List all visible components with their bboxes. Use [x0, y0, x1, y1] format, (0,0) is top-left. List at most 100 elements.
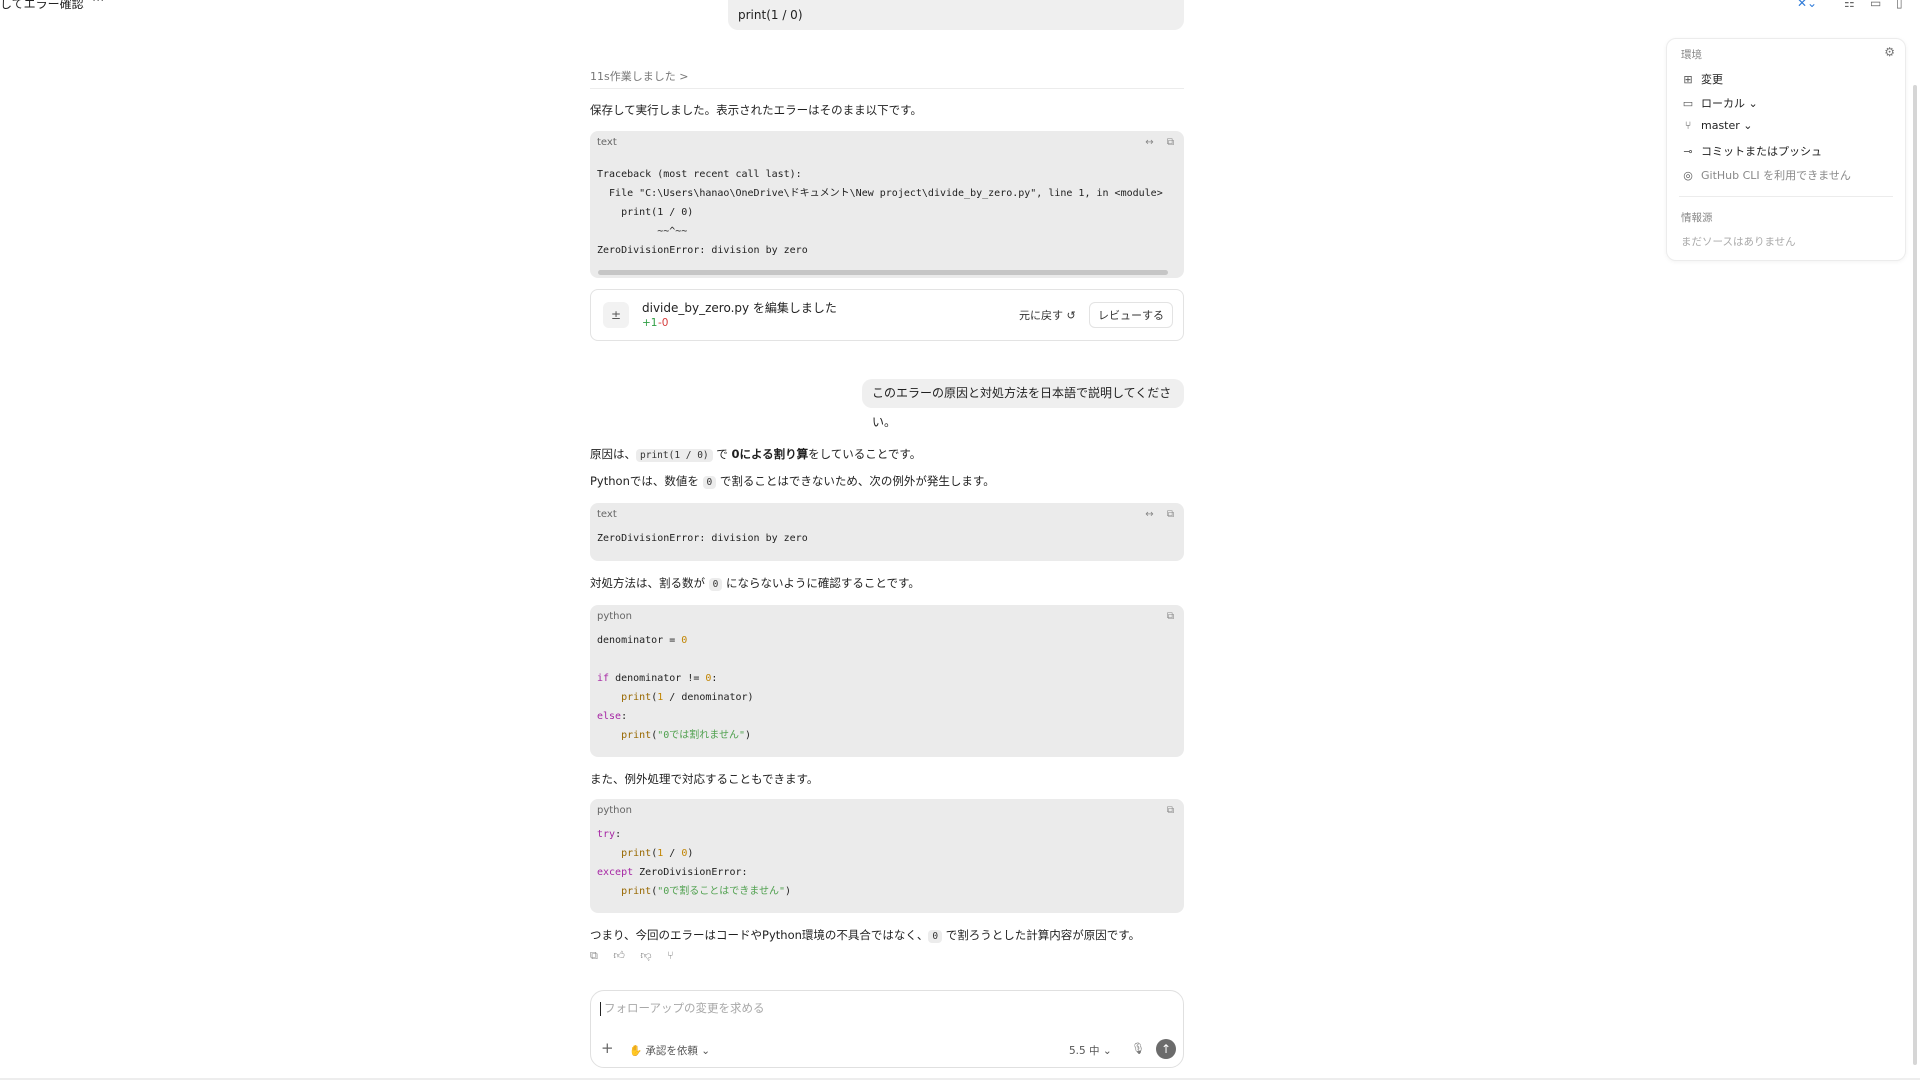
previous-user-message: print(1 / 0): [728, 0, 1184, 30]
hand-icon: ✋: [629, 1045, 643, 1057]
file-edit-card: ± divide_by_zero.py を編集しました +1 -0 元に戻す ↺…: [590, 289, 1184, 341]
divider: [590, 88, 1184, 89]
branch-icon: ⑂: [1684, 119, 1692, 132]
chevron-down-icon: ⌄: [1102, 1045, 1112, 1057]
code-language-label: text: [597, 509, 617, 520]
env-item-local[interactable]: ▭ ローカル ⌄: [1681, 95, 1758, 111]
edit-title[interactable]: divide_by_zero.py を編集しました: [642, 299, 837, 316]
inline-code: 0: [708, 578, 723, 591]
more-options-icon[interactable]: ···: [92, 0, 104, 9]
answer-text: 原因は、: [590, 447, 636, 461]
code-language-label: text: [597, 137, 617, 148]
answer-paragraph-2: Pythonでは、数値を 0 で割ることはできないため、次の例外が発生します。: [590, 473, 995, 489]
env-item-label: GitHub CLI を利用できません: [1701, 169, 1851, 182]
sources-empty-text: まだソースはありません: [1681, 236, 1796, 248]
lines-removed: -0: [658, 317, 669, 329]
follow-up-input[interactable]: [602, 1000, 1166, 1016]
environment-panel: 環境 ⚙ ⊞ 変更 ▭ ローカル ⌄ ⑂ master ⌄ ⊸ コミットまたはプッシュ …: [1666, 38, 1906, 261]
answer-text: 対処方法は、割る数が: [590, 576, 709, 590]
answer-text: で: [712, 447, 732, 461]
python-code-1: denominator = 0 if denominator != 0: pri…: [597, 635, 754, 741]
inline-code: 0: [928, 930, 943, 943]
bold-text: 0による割り算: [731, 447, 809, 461]
answer-text: にならないように確認することです。: [722, 576, 920, 590]
review-button[interactable]: レビューする: [1089, 302, 1173, 328]
answer-text: をしていることです。: [808, 447, 922, 461]
error-code-block: text ↔ ⧉ ZeroDivisionError: division by …: [590, 503, 1184, 561]
env-item-label: master: [1701, 119, 1740, 132]
answer-paragraph-3: 対処方法は、割る数が 0 にならないように確認することです。: [590, 575, 920, 591]
assistant-intro: 保存して実行しました。表示されたエラーはそのまま以下です。: [590, 103, 923, 117]
thumbs-up-icon[interactable]: 👍︎: [613, 949, 625, 962]
thumbs-down-icon[interactable]: 👎︎: [640, 949, 651, 962]
answer-paragraph-1: 原因は、 print(1 / 0) で 0による割り算をしていることです。: [590, 446, 921, 462]
terminal-panel-icon[interactable]: ▭: [1870, 0, 1881, 10]
env-item-branch[interactable]: ⑂ master ⌄: [1681, 119, 1753, 132]
horizontal-scrollbar[interactable]: [598, 270, 1168, 275]
copy-icon[interactable]: ⧉: [1167, 509, 1174, 520]
wrap-icon[interactable]: ↔: [1145, 509, 1153, 520]
env-item-label: 変更: [1701, 73, 1723, 86]
worked-summary[interactable]: 11s作業しました >: [590, 68, 688, 84]
answer-text: で割ろうとした計算内容が原因です。: [942, 928, 1141, 942]
answer-paragraph-4: また、例外処理で対応することもできます。: [590, 772, 819, 786]
answer-text: つまり、今回のエラーはコードやPython環境の不具合ではなく、: [590, 928, 929, 942]
model-selector[interactable]: 5.5 中 ⌄: [1069, 1043, 1112, 1058]
wrap-icon[interactable]: ↔: [1145, 137, 1153, 148]
lines-added: +1: [642, 317, 658, 329]
laptop-icon: ▭: [1682, 97, 1694, 110]
error-code: ZeroDivisionError: division by zero: [597, 533, 808, 544]
window-scrollbar[interactable]: [1913, 85, 1917, 1065]
env-item-github-cli: ◎ GitHub CLI を利用できません: [1681, 167, 1851, 183]
divider: [1679, 196, 1893, 197]
user-message-text: このエラーの原因と対処方法を日本語で説明してください。: [872, 386, 1172, 429]
composer: + ✋ 承認を依頼 ⌄ 5.5 中 ⌄ 🎙︎ ↑: [590, 990, 1184, 1068]
approval-mode-label: 承認を依頼: [645, 1045, 698, 1057]
file-diff-icon: ±: [603, 302, 629, 328]
sources-title: 情報源: [1681, 212, 1713, 224]
send-button[interactable]: ↑: [1156, 1039, 1176, 1059]
github-icon: ◎: [1683, 169, 1693, 182]
traceback-code-block: text ↔ ⧉ Traceback (most recent call las…: [590, 131, 1184, 278]
gear-icon[interactable]: ⚙: [1884, 45, 1895, 59]
answer-text: で割ることはできないため、次の例外が発生します。: [716, 474, 995, 488]
undo-button[interactable]: 元に戻す ↺: [1019, 307, 1076, 323]
traceback-code: Traceback (most recent call last): File …: [597, 169, 1163, 256]
python-code-2: try: print(1 / 0) except ZeroDivisionErr…: [597, 829, 792, 897]
answer-text: Pythonでは、数値を: [590, 474, 703, 488]
answer-paragraph-5: つまり、今回のエラーはコードやPython環境の不具合ではなく、 0 で割ろうとし…: [590, 927, 1140, 943]
copy-icon[interactable]: ⧉: [590, 949, 598, 962]
python-code-block-2: python ⧉ try: print(1 / 0) except ZeroDi…: [590, 799, 1184, 913]
env-item-commit[interactable]: ⊸ コミットまたはプッシュ: [1681, 143, 1822, 159]
diff-icon: ⊞: [1683, 73, 1693, 86]
checklist-icon[interactable]: ☷: [1844, 0, 1855, 10]
python-code-block-1: python ⧉ denominator = 0 if denominator …: [590, 605, 1184, 757]
add-attachment-icon[interactable]: +: [601, 1039, 614, 1057]
env-item-label: コミットまたはプッシュ: [1701, 145, 1822, 158]
text-caret: [600, 1002, 601, 1016]
inline-code: print(1 / 0): [636, 449, 713, 462]
previous-user-message-text: print(1 / 0): [738, 8, 803, 22]
env-item-label: ローカル: [1701, 97, 1745, 110]
code-language-label: python: [597, 611, 632, 622]
fork-icon[interactable]: ⑂: [667, 949, 674, 962]
copy-icon[interactable]: ⧉: [1167, 137, 1174, 148]
model-label: 5.5 中: [1069, 1045, 1100, 1057]
environment-title: 環境: [1681, 49, 1702, 61]
user-message: このエラーの原因と対処方法を日本語で説明してください。: [862, 379, 1184, 429]
microphone-icon[interactable]: 🎙︎: [1131, 1042, 1145, 1055]
chevron-down-icon: ⌄: [1743, 119, 1753, 132]
env-item-changes[interactable]: ⊞ 変更: [1681, 71, 1723, 87]
inline-code: 0: [702, 476, 717, 489]
copy-icon[interactable]: ⧉: [1167, 805, 1174, 816]
chevron-down-icon: ⌄: [1748, 97, 1758, 110]
code-language-label: python: [597, 805, 632, 816]
message-actions: ⧉ 👍︎ 👎︎ ⑂: [590, 949, 686, 963]
copy-icon[interactable]: ⧉: [1167, 611, 1174, 622]
sidebar-panel-icon[interactable]: ▯: [1896, 0, 1903, 10]
vscode-icon[interactable]: ✕⌄: [1797, 0, 1817, 10]
approval-mode-dropdown[interactable]: ✋ 承認を依頼 ⌄: [629, 1043, 710, 1058]
commit-icon: ⊸: [1683, 145, 1693, 158]
chevron-down-icon: ⌄: [701, 1045, 711, 1057]
thread-title[interactable]: してエラー確認: [0, 0, 84, 12]
